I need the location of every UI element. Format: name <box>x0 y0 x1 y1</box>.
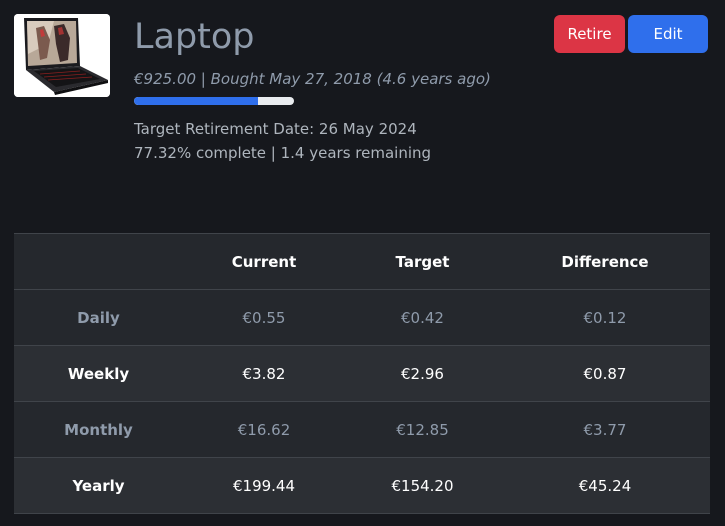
current-value: €3.82 <box>183 345 345 402</box>
current-value: €199.44 <box>183 457 345 514</box>
target-value: €154.20 <box>345 457 500 514</box>
retire-button[interactable]: Retire <box>554 15 625 53</box>
edit-button[interactable]: Edit <box>628 15 708 53</box>
current-value: €0.55 <box>183 289 345 346</box>
table-row-weekly: Weekly €3.82 €2.96 €0.87 <box>14 345 710 402</box>
table-row-monthly: Monthly €16.62 €12.85 €3.77 <box>14 401 710 458</box>
item-detail-page: Laptop €925.00 | Bought May 27, 2018 (4.… <box>0 0 725 526</box>
completion-status: 77.32% complete | 1.4 years remaining <box>134 144 432 162</box>
row-label: Weekly <box>14 345 183 402</box>
column-header-target: Target <box>345 233 500 290</box>
cost-breakdown-table: Current Target Difference Daily €0.55 €0… <box>14 233 710 514</box>
laptop-icon <box>14 14 110 97</box>
row-label: Daily <box>14 289 183 346</box>
progress-fill <box>134 97 258 105</box>
current-value: €16.62 <box>183 401 345 458</box>
item-title: Laptop <box>134 17 255 57</box>
target-retirement-date: Target Retirement Date: 26 May 2024 <box>134 120 417 138</box>
difference-value: €0.87 <box>500 345 710 402</box>
target-value: €2.96 <box>345 345 500 402</box>
target-value: €12.85 <box>345 401 500 458</box>
difference-value: €0.12 <box>500 289 710 346</box>
table-row-daily: Daily €0.55 €0.42 €0.12 <box>14 289 710 346</box>
difference-value: €3.77 <box>500 401 710 458</box>
table-row-yearly: Yearly €199.44 €154.20 €45.24 <box>14 457 710 514</box>
row-label: Yearly <box>14 457 183 514</box>
target-value: €0.42 <box>345 289 500 346</box>
difference-value: €45.24 <box>500 457 710 514</box>
column-header-current: Current <box>183 233 345 290</box>
column-header-difference: Difference <box>500 233 710 290</box>
column-header-period <box>14 233 183 290</box>
row-label: Monthly <box>14 401 183 458</box>
purchase-info: €925.00 | Bought May 27, 2018 (4.6 years… <box>134 70 491 88</box>
retirement-info: Target Retirement Date: 26 May 2024 77.3… <box>134 117 431 165</box>
table-header-row: Current Target Difference <box>14 233 710 290</box>
laptop-image <box>14 14 110 97</box>
retirement-progress-bar <box>134 97 294 105</box>
